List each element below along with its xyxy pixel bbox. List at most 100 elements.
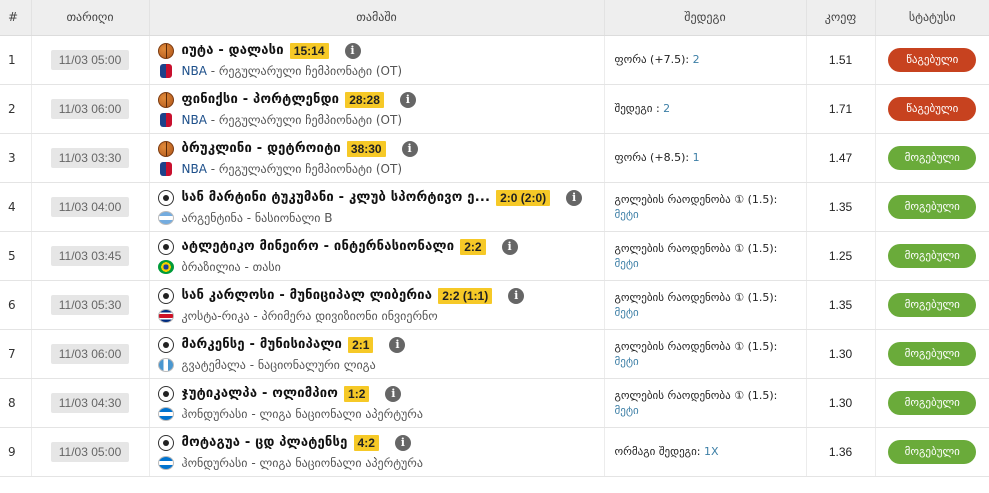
result-label: გოლების რაოდენობა ① (1.5):: [614, 290, 778, 304]
soccer-ball-icon: [157, 189, 174, 206]
result-label: ორმაგი შედეგი:: [614, 445, 704, 458]
column-header-status: სტატუსი: [875, 0, 989, 36]
league-label: NBA - რეგულარული ჩემპიონატი (OT): [181, 63, 403, 78]
nba-logo-icon: [159, 63, 172, 78]
match-cell: სან კარლოსი - მუნიციპალ ლიბერია 2:2 (1:1…: [149, 280, 605, 330]
result-label: გოლების რაოდენობა ① (1.5):: [614, 241, 778, 255]
match-cell: ჯუტიკალპა - ოლიმპიო 1:2 i ჰონდურასი - ლი…: [149, 378, 605, 428]
flag-gt-icon: [157, 357, 174, 372]
row-number: 9: [0, 427, 32, 477]
row-date-cell: 11/03 05:00: [31, 427, 150, 477]
status-cell: მოგებული: [875, 182, 989, 232]
table-row: 6 11/03 05:30 სან კარლოსი - მუნიციპალ ლი…: [0, 280, 989, 330]
status-cell: მოგებული: [875, 378, 989, 428]
coefficient: 1.36: [806, 427, 876, 477]
column-header-date: თარიღი: [31, 0, 150, 36]
date-chip: 11/03 06:00: [50, 98, 130, 119]
result-value: 1X: [703, 445, 719, 458]
result-value: მეტი: [614, 305, 639, 319]
soccer-ball-icon: [157, 238, 174, 255]
league-label: NBA - რეგულარული ჩემპიონატი (OT): [181, 161, 403, 176]
match-cell: ბრუკლინი - დეტროიტი 38:30 i NBA - რეგულა…: [149, 133, 605, 183]
column-header-num: #: [0, 0, 32, 36]
match-teams[interactable]: მარკენსე - მუნისიპალი: [182, 337, 343, 352]
match-cell: სან მარტინი ტუკუმანი - კლუბ სპორტივო ე..…: [149, 182, 605, 232]
result-value: მეტი: [614, 256, 639, 270]
table-row: 8 11/03 04:30 ჯუტიკალპა - ოლიმპიო 1:2 i …: [0, 378, 989, 428]
flag-hn-icon: [157, 406, 174, 421]
coefficient: 1.25: [806, 231, 876, 281]
league-label: ბრაზილია - თასი: [181, 259, 281, 274]
row-number: 2: [0, 84, 32, 134]
info-icon[interactable]: i: [401, 140, 418, 157]
match-teams[interactable]: იუტა - დალასი: [182, 43, 284, 58]
status-cell: მოგებული: [875, 329, 989, 379]
date-chip: 11/03 04:00: [50, 196, 130, 217]
bet-result-cell: ფორა (+8.5): 1: [604, 133, 807, 183]
row-number: 7: [0, 329, 32, 379]
coefficient: 1.51: [806, 35, 876, 85]
match-cell: ფინიქსი - პორტლენდი 28:28 i NBA - რეგულა…: [149, 84, 605, 134]
date-chip: 11/03 03:45: [50, 245, 130, 266]
league-label: NBA - რეგულარული ჩემპიონატი (OT): [181, 112, 403, 127]
info-icon[interactable]: i: [566, 189, 583, 206]
status-badge: წაგებული: [888, 96, 977, 121]
coefficient: 1.30: [806, 378, 876, 428]
bet-result-cell: გოლების რაოდენობა ① (1.5): მეტი: [604, 329, 807, 379]
league-label: არგენტინა - ნასიონალი B: [181, 210, 333, 225]
match-teams[interactable]: ატლეტიკო მინეირო - ინტერნასიონალი: [182, 239, 455, 254]
table-row: 5 11/03 03:45 ატლეტიკო მინეირო - ინტერნა…: [0, 231, 989, 281]
info-icon[interactable]: i: [389, 336, 406, 353]
league-label: ჰონდურასი - ლიგა ნაციონალი აპერტურა: [181, 455, 423, 470]
column-header-result: შედეგი: [604, 0, 807, 36]
info-icon[interactable]: i: [399, 91, 416, 108]
score-badge: 28:28: [345, 91, 384, 108]
coefficient: 1.30: [806, 329, 876, 379]
result-value: მეტი: [614, 354, 639, 368]
score-badge: 2:2 (1:1): [438, 287, 493, 304]
basketball-icon: [157, 140, 174, 157]
result-label: შედეგი :: [614, 102, 664, 115]
status-badge: მოგებული: [888, 439, 977, 464]
info-icon[interactable]: i: [394, 434, 411, 451]
date-chip: 11/03 03:30: [50, 147, 130, 168]
league-label: ჰონდურასი - ლიგა ნაციონალი აპერტურა: [181, 406, 423, 421]
match-teams[interactable]: სან კარლოსი - მუნიციპალ ლიბერია: [182, 288, 433, 303]
bet-result-cell: გოლების რაოდენობა ① (1.5): მეტი: [604, 231, 807, 281]
match-cell: იუტა - დალასი 15:14 i NBA - რეგულარული ჩ…: [149, 35, 605, 85]
match-teams[interactable]: მოტაგუა - ცდ პლატენსე: [182, 435, 348, 450]
bet-result-cell: შედეგი : 2: [604, 84, 807, 134]
coefficient: 1.71: [806, 84, 876, 134]
match-cell: მარკენსე - მუნისიპალი 2:1 i გვატემალა - …: [149, 329, 605, 379]
info-icon[interactable]: i: [385, 385, 402, 402]
status-cell: წაგებული: [875, 35, 989, 85]
status-cell: მოგებული: [875, 427, 989, 477]
row-number: 8: [0, 378, 32, 428]
status-cell: მოგებული: [875, 133, 989, 183]
table-row: 7 11/03 06:00 მარკენსე - მუნისიპალი 2:1 …: [0, 329, 989, 379]
bet-result-cell: ფორა (+7.5): 2: [604, 35, 807, 85]
flag-br-icon: [157, 259, 174, 274]
match-teams[interactable]: სან მარტინი ტუკუმანი - კლუბ სპორტივო ე..…: [182, 190, 491, 205]
result-value: 2: [663, 102, 671, 115]
status-badge: მოგებული: [888, 292, 977, 317]
match-teams[interactable]: ჯუტიკალპა - ოლიმპიო: [182, 386, 339, 401]
row-number: 1: [0, 35, 32, 85]
status-cell: მოგებული: [875, 231, 989, 281]
flag-ar-icon: [157, 210, 174, 225]
row-date-cell: 11/03 06:00: [31, 329, 150, 379]
soccer-ball-icon: [157, 287, 174, 304]
table-row: 9 11/03 05:00 მოტაგუა - ცდ პლატენსე 4:2 …: [0, 427, 989, 477]
match-teams[interactable]: ფინიქსი - პორტლენდი: [182, 92, 340, 107]
info-icon[interactable]: i: [508, 287, 525, 304]
row-date-cell: 11/03 03:45: [31, 231, 150, 281]
flag-hn-icon: [157, 455, 174, 470]
nba-logo-icon: [159, 161, 172, 176]
coefficient: 1.35: [806, 280, 876, 330]
status-badge: მოგებული: [888, 243, 977, 268]
row-number: 6: [0, 280, 32, 330]
info-icon[interactable]: i: [501, 238, 518, 255]
match-teams[interactable]: ბრუკლინი - დეტროიტი: [182, 141, 341, 156]
info-icon[interactable]: i: [344, 42, 361, 59]
result-label: ფორა (+7.5):: [614, 53, 693, 66]
